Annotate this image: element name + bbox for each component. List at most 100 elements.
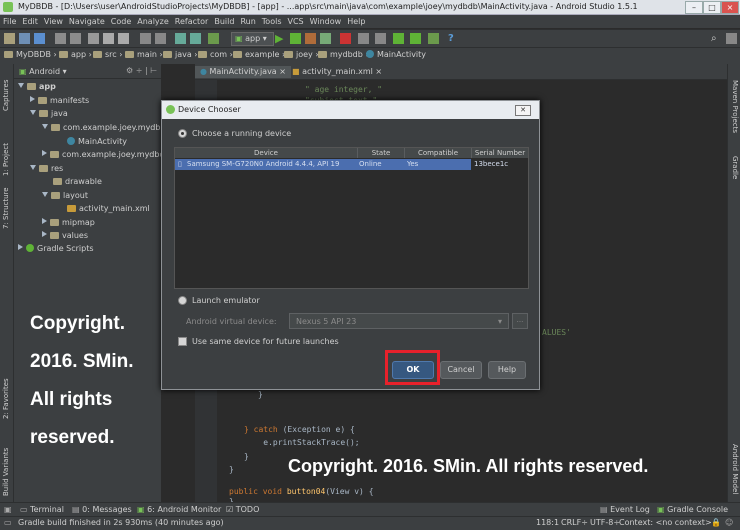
gradle-console-tab[interactable]: ▣ Gradle Console [657, 505, 728, 514]
cut-icon[interactable] [88, 33, 99, 44]
android-device-monitor-icon[interactable] [428, 33, 439, 44]
launch-emulator-radio[interactable] [178, 296, 187, 305]
android-model-tool-tab[interactable]: Android Model [731, 444, 739, 494]
tree-item-package[interactable]: com.example.joey.mydbdb [42, 123, 171, 132]
android-monitor-tab[interactable]: ▣ 6: Android Monitor [137, 505, 221, 514]
tree-item-mipmap[interactable]: mipmap [42, 218, 95, 227]
breadcrumb-mainactivity[interactable]: MainActivity [366, 50, 426, 59]
build-variants-tool-tab[interactable]: Build Variants [2, 448, 10, 496]
tab-mainactivity-java[interactable]: ● MainActivity.java × [195, 66, 291, 78]
breadcrumb-mydbdb[interactable]: MyDBDB › [4, 50, 57, 59]
tree-item-res[interactable]: res [30, 164, 63, 173]
column-header-state[interactable]: State [358, 148, 405, 158]
tree-item-activity-main-xml[interactable]: activity_main.xml [67, 204, 150, 213]
breadcrumb-example[interactable]: example › [233, 50, 285, 59]
messages-tab[interactable]: ▤ 0: Messages [72, 505, 132, 514]
avd-browse-button[interactable]: ... [512, 313, 528, 329]
avd-manager-icon[interactable] [410, 33, 421, 44]
undo-icon[interactable] [55, 33, 66, 44]
coverage-icon[interactable] [320, 33, 331, 44]
captures-tool-tab[interactable]: Captures [2, 80, 10, 111]
favorites-tool-tab[interactable]: 2: Favorites [2, 378, 10, 419]
device-row[interactable]: ▯ Samsung SM-G720N0 Android 4.4.4, API 1… [175, 159, 508, 170]
tree-item-layout[interactable]: layout [42, 191, 88, 200]
menu-window[interactable]: Window [307, 15, 345, 28]
column-header-device[interactable]: Device [175, 148, 358, 158]
line-separator[interactable]: CRLF÷ [561, 518, 588, 527]
save-icon[interactable] [19, 33, 30, 44]
stop-icon[interactable] [340, 33, 351, 44]
inspector-icon[interactable]: ☺ [725, 518, 733, 527]
same-device-checkbox[interactable] [178, 337, 187, 346]
settings-icon[interactable] [375, 33, 386, 44]
menu-file[interactable]: File [0, 15, 19, 28]
ok-button[interactable]: OK [392, 361, 434, 379]
breadcrumb-mydbdb-package[interactable]: mydbdb › [318, 50, 369, 59]
dialog-close-button[interactable]: ✕ [515, 105, 531, 116]
lock-icon[interactable]: 🔒 [711, 518, 721, 527]
sdk-manager-icon[interactable] [393, 33, 404, 44]
project-structure-icon[interactable] [358, 33, 369, 44]
breadcrumb-com[interactable]: com › [198, 50, 233, 59]
running-device-radio[interactable] [178, 129, 187, 138]
panel-settings-icon[interactable]: ⚙ ÷ | ⊢ [126, 66, 157, 75]
caret-position[interactable]: 118:1 [536, 518, 559, 527]
help-icon[interactable]: ? [448, 33, 459, 44]
minimize-button[interactable]: – [685, 1, 703, 14]
maximize-button[interactable]: □ [703, 1, 721, 14]
menu-code[interactable]: Code [108, 15, 134, 28]
make-project-icon[interactable] [208, 33, 219, 44]
find-icon[interactable] [140, 33, 151, 44]
paste-icon[interactable] [118, 33, 129, 44]
close-button[interactable]: × [721, 1, 739, 14]
cancel-button[interactable]: Cancel [440, 361, 482, 379]
column-header-compatible[interactable]: Compatible [405, 148, 472, 158]
column-header-serial[interactable]: Serial Number [472, 148, 528, 158]
menu-navigate[interactable]: Navigate [66, 15, 108, 28]
debug-icon[interactable] [290, 33, 301, 44]
copy-icon[interactable] [103, 33, 114, 44]
back-icon[interactable] [175, 33, 186, 44]
tab-activity-main-xml[interactable]: ■ activity_main.xml × [287, 66, 387, 78]
gradle-tool-tab[interactable]: Gradle [731, 156, 739, 179]
replace-icon[interactable] [155, 33, 166, 44]
menu-run[interactable]: Run [237, 15, 258, 28]
project-view-selector[interactable]: ▣ Android ▾ [19, 67, 67, 76]
menu-view[interactable]: View [41, 15, 66, 28]
avd-select[interactable]: Nexus 5 API 23 ▾ [289, 313, 509, 329]
tree-item-mainactivity[interactable]: MainActivity [67, 137, 127, 146]
menu-tools[interactable]: Tools [259, 15, 285, 28]
tree-item-gradle-scripts[interactable]: Gradle Scripts [18, 244, 94, 253]
breadcrumb-app[interactable]: app › [59, 50, 92, 59]
terminal-tab[interactable]: ▭ Terminal [20, 505, 64, 514]
menu-build[interactable]: Build [211, 15, 237, 28]
search-everywhere-icon[interactable]: ⌕ [711, 33, 722, 44]
forward-icon[interactable] [190, 33, 201, 44]
redo-icon[interactable] [70, 33, 81, 44]
todo-tab[interactable]: ☑ TODO [226, 505, 259, 514]
sync-icon[interactable] [34, 33, 45, 44]
status-toggle-icon[interactable]: ▭ [4, 518, 12, 527]
tree-item-drawable[interactable]: drawable [53, 177, 102, 186]
attach-debugger-icon[interactable] [305, 33, 316, 44]
menu-analyze[interactable]: Analyze [134, 15, 172, 28]
tool-window-toggle-icon[interactable]: ▣ [4, 505, 12, 514]
event-log-tab[interactable]: ▤ Event Log [600, 505, 650, 514]
tree-item-test-package[interactable]: com.example.joey.mydbdb [42, 150, 170, 159]
menu-help[interactable]: Help [344, 15, 368, 28]
structure-tool-tab[interactable]: 7: Structure [2, 187, 10, 229]
breadcrumb-main[interactable]: main › [125, 50, 163, 59]
tree-item-values[interactable]: values [42, 231, 88, 240]
ide-layout-icon[interactable] [726, 33, 737, 44]
run-config-select[interactable]: ▣ app ▾ [231, 32, 274, 46]
tree-item-app[interactable]: app [18, 82, 56, 91]
project-tool-tab[interactable]: 1: Project [2, 143, 10, 176]
context-indicator[interactable]: Context: <no context> [619, 518, 712, 527]
open-folder-icon[interactable] [4, 33, 15, 44]
file-encoding[interactable]: UTF-8÷ [590, 518, 620, 527]
run-icon[interactable]: ▶ [275, 33, 286, 44]
menu-edit[interactable]: Edit [19, 15, 41, 28]
help-button[interactable]: Help [488, 361, 526, 379]
breadcrumb-java[interactable]: java › [163, 50, 198, 59]
tree-item-java[interactable]: java [30, 109, 68, 118]
